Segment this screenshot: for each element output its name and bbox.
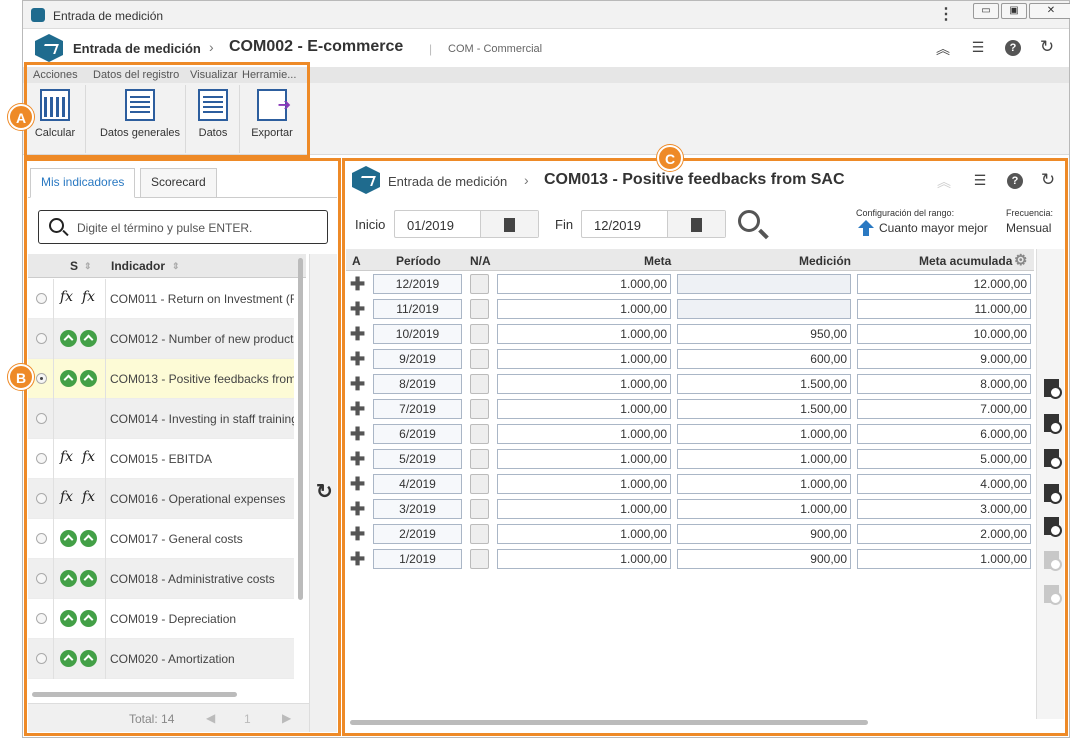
- marker-b: B: [8, 364, 34, 390]
- brand-logo-icon: [35, 34, 63, 62]
- breadcrumb-chevron-icon: ›: [209, 39, 214, 55]
- title-bar: Entrada de medición ⋮ ▭ ▣ ✕: [23, 1, 1070, 29]
- highlight-indicators: [24, 158, 341, 736]
- header-divider: |: [429, 42, 433, 56]
- page-subtitle: COM - Commercial: [448, 43, 543, 55]
- page-header: Entrada de medición › COM002 - E-commerc…: [23, 30, 1069, 66]
- more-menu-icon[interactable]: ⋮: [938, 4, 954, 24]
- minimize-button[interactable]: ▭: [973, 3, 999, 19]
- window-title: Entrada de medición: [53, 9, 164, 23]
- page-title: COM002 - E-commerce: [229, 38, 404, 55]
- help-icon[interactable]: ?: [1005, 40, 1021, 56]
- highlight-measurement: [342, 158, 1068, 736]
- app-icon: [31, 8, 45, 22]
- highlight-ribbon: [24, 62, 310, 158]
- marker-a: A: [8, 104, 34, 130]
- marker-c: C: [657, 145, 683, 171]
- maximize-button[interactable]: ▣: [1001, 3, 1027, 19]
- close-button[interactable]: ✕: [1029, 3, 1070, 19]
- collapse-icon[interactable]: ︽: [933, 39, 953, 59]
- refresh-icon[interactable]: ↻: [1037, 37, 1057, 57]
- breadcrumb-app[interactable]: Entrada de medición: [73, 41, 201, 56]
- list-icon[interactable]: ☰: [968, 39, 988, 56]
